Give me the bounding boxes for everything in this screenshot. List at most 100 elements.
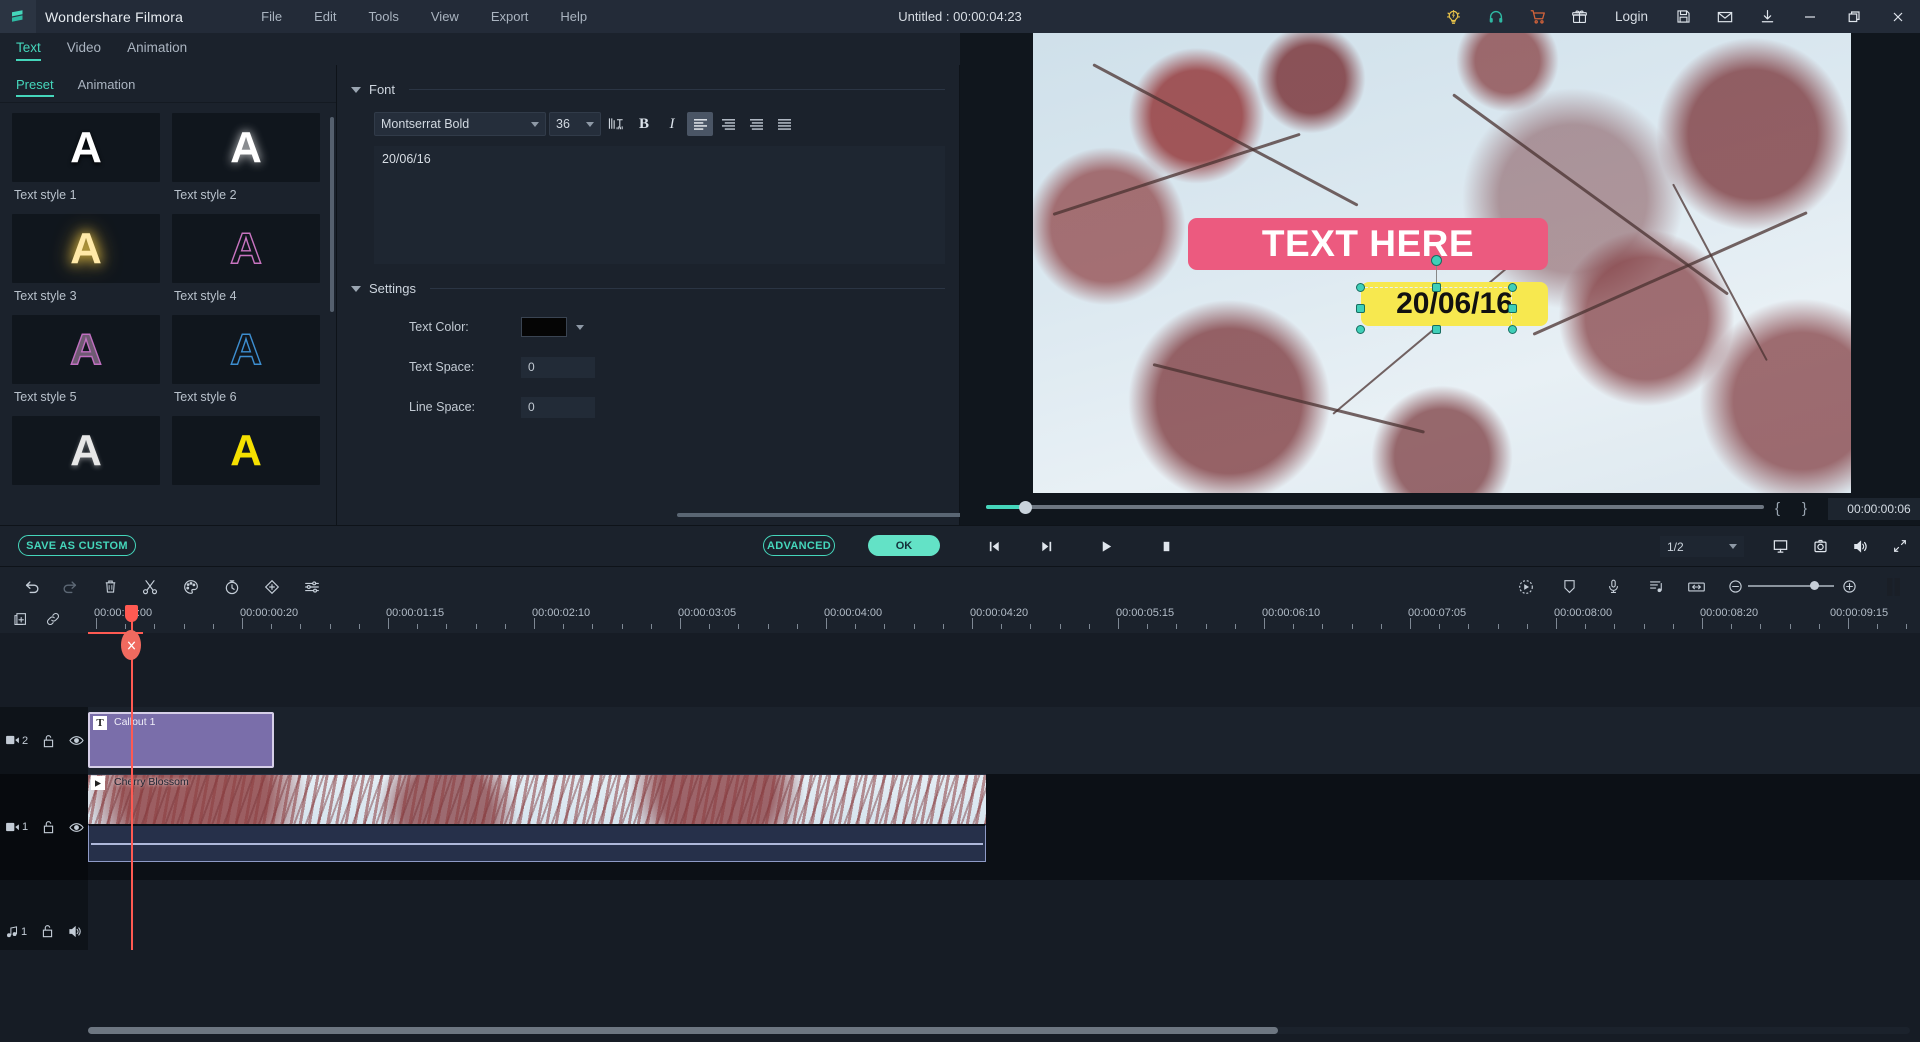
close-button[interactable] [1876,0,1920,33]
tab-text[interactable]: Text [16,33,41,65]
resize-handle-tc[interactable] [1432,283,1441,292]
split-icon[interactable] [136,573,163,600]
bold-button[interactable]: B [631,112,657,136]
text-content-input[interactable]: 20/06/16 [374,146,945,264]
preset-item[interactable]: A Text style 2 [172,113,324,202]
preset-thumbnail[interactable]: A [172,214,320,283]
preset-thumbnail[interactable]: A [12,113,160,182]
preset-item[interactable]: A Text style 4 [172,214,324,303]
next-frame-button[interactable] [1026,526,1066,567]
collapse-triangle-icon[interactable] [351,87,361,93]
resize-handle-tl[interactable] [1356,283,1365,292]
timeline-clip-callout[interactable]: T Callout 1 [88,712,274,768]
preset-thumbnail[interactable]: A [172,315,320,384]
unlocked-icon[interactable] [42,820,55,834]
fit-timeline-icon[interactable] [1683,573,1710,600]
expand-icon[interactable] [1880,526,1920,567]
undo-icon[interactable] [18,573,45,600]
prev-frame-button[interactable] [974,526,1014,567]
subtab-animation[interactable]: Animation [78,65,136,103]
preset-thumbnail[interactable]: A [12,315,160,384]
align-left-button[interactable] [687,112,713,136]
eye-icon[interactable] [69,735,84,746]
italic-button[interactable]: I [659,112,685,136]
preset-item[interactable]: A Text style 5 [12,315,164,404]
menu-edit[interactable]: Edit [298,0,352,33]
eye-icon[interactable] [69,822,84,833]
playhead-marker[interactable] [121,630,141,660]
lightbulb-icon[interactable] [1433,0,1475,33]
subtab-preset[interactable]: Preset [16,65,54,103]
resize-handle-tr[interactable] [1508,283,1517,292]
preset-thumbnail[interactable]: A [172,416,320,485]
overlay-text-primary[interactable]: TEXT HERE [1188,218,1548,270]
color-palette-icon[interactable] [177,573,204,600]
seek-slider[interactable] [986,505,1764,509]
resize-handle-bl[interactable] [1356,325,1365,334]
timeline-clip-audio-waveform[interactable] [88,824,986,862]
resize-handle-ml[interactable] [1356,304,1365,313]
save-icon[interactable] [1662,0,1704,33]
text-color-swatch[interactable] [521,317,567,337]
mail-icon[interactable] [1704,0,1746,33]
advanced-button[interactable]: ADVANCED [763,535,835,556]
zoom-slider-knob[interactable] [1810,581,1819,590]
mark-out-button[interactable]: } [1802,500,1807,517]
delete-icon[interactable] [97,573,124,600]
add-media-icon[interactable] [10,609,32,629]
unlocked-icon[interactable] [42,734,55,748]
preset-scrollbar[interactable] [330,117,334,312]
track-lane-audio-1[interactable] [88,880,1920,950]
unlocked-icon[interactable] [41,924,54,938]
timeline-horizontal-scrollbar[interactable] [88,1027,1278,1034]
snapshot-icon[interactable] [1800,526,1840,567]
tab-animation[interactable]: Animation [127,33,187,65]
menu-export[interactable]: Export [475,0,545,33]
link-icon[interactable] [42,609,64,629]
ok-button[interactable]: OK [868,535,940,556]
playback-quality-select[interactable]: 1/2 [1660,536,1744,557]
speed-icon[interactable] [218,573,245,600]
volume-icon[interactable] [1840,526,1880,567]
preset-thumbnail[interactable]: A [12,416,160,485]
preset-thumbnail[interactable]: A [12,214,160,283]
font-family-select[interactable]: Montserrat Bold [374,112,546,136]
cart-icon[interactable] [1517,0,1559,33]
timeline-clip-cherry-blossom[interactable]: Cherry Blossom [88,774,986,824]
fullscreen-toggle-icon[interactable] [1760,526,1800,567]
preset-thumbnail[interactable]: A [172,113,320,182]
adjust-icon[interactable] [298,573,325,600]
preset-item[interactable]: A Text style 3 [12,214,164,303]
stop-button[interactable] [1146,526,1186,567]
login-button[interactable]: Login [1601,9,1662,24]
motion-tracking-icon[interactable] [1512,573,1539,600]
seek-knob[interactable] [1019,501,1032,514]
resize-handle-mr[interactable] [1508,304,1517,313]
minimize-button[interactable] [1788,0,1832,33]
resize-handle-bc[interactable] [1432,325,1441,334]
align-right-button[interactable] [743,112,769,136]
zoom-out-button[interactable] [1722,573,1749,600]
text-spacing-icon[interactable] [603,112,629,136]
chevron-down-icon[interactable] [576,325,584,330]
zoom-slider[interactable] [1748,585,1834,587]
redo-icon[interactable] [56,573,83,600]
save-as-custom-button[interactable]: SAVE AS CUSTOM [18,535,136,556]
mark-in-button[interactable]: { [1775,500,1780,517]
zoom-in-button[interactable] [1836,573,1863,600]
render-preview-icon[interactable] [1880,573,1907,600]
line-space-input[interactable]: 0 [521,397,595,418]
speaker-icon[interactable] [68,925,83,938]
preset-item[interactable]: A Text style 6 [172,315,324,404]
preset-item[interactable]: A Text style 1 [12,113,164,202]
tab-video[interactable]: Video [67,33,101,65]
gift-icon[interactable] [1559,0,1601,33]
preset-item[interactable]: A [172,416,324,491]
headset-icon[interactable] [1475,0,1517,33]
align-justify-button[interactable] [771,112,797,136]
download-icon[interactable] [1746,0,1788,33]
mask-icon[interactable] [1556,573,1583,600]
menu-file[interactable]: File [245,0,298,33]
keyframe-icon[interactable] [258,573,285,600]
font-size-select[interactable]: 36 [549,112,601,136]
